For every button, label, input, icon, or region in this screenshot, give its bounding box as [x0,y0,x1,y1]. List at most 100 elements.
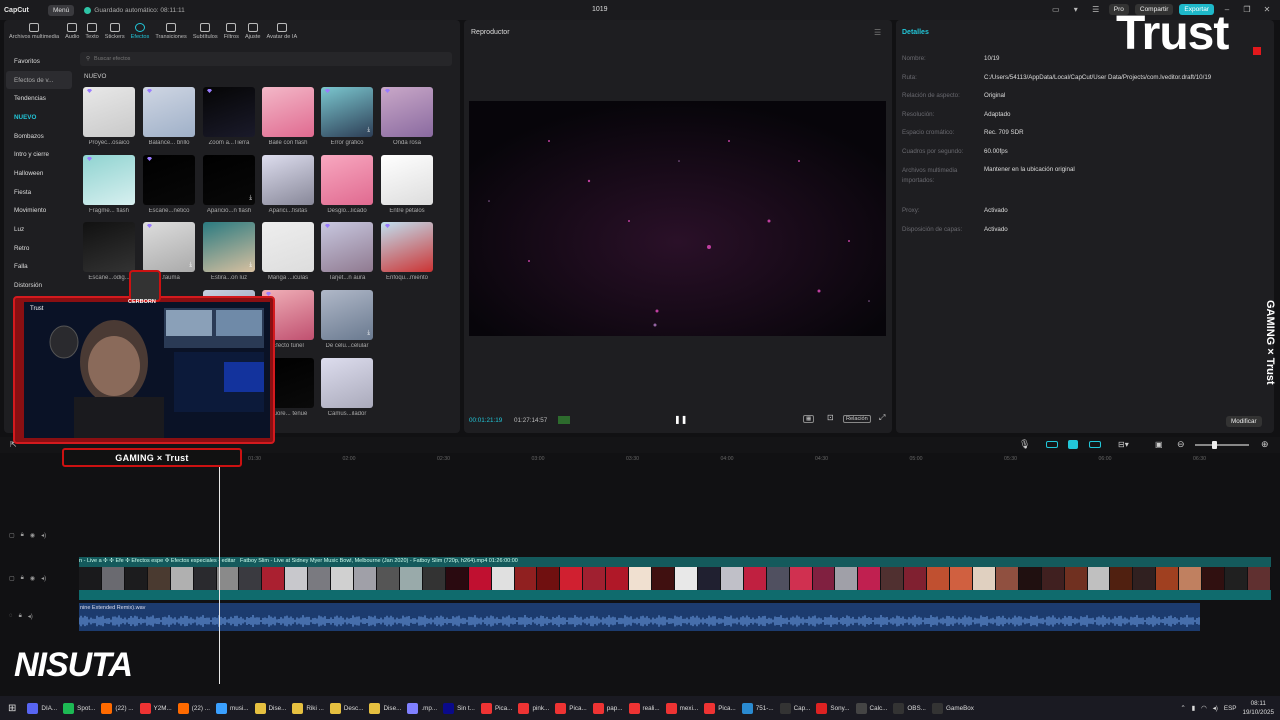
taskbar-app[interactable]: pap... [590,696,626,720]
tool-tab-6[interactable]: Subtítulos [190,23,221,46]
taskbar-app[interactable]: Pica... [701,696,739,720]
tool-tab-5[interactable]: Transiciones [152,23,190,46]
track-box-icon[interactable]: ◌ [9,613,13,620]
effect-tile[interactable]: ⤓ De celu...celular [321,290,373,349]
effect-tile[interactable]: Entre pétalos [381,155,433,214]
search-input[interactable]: ⚲ Buscar efectos [80,52,452,66]
effect-chip[interactable]: Efectos espe [131,558,163,564]
effect-tile[interactable]: Escane...odig... [83,222,135,281]
volume-icon[interactable]: ◂) [1213,705,1218,712]
effect-tile[interactable]: Tarjet...n aura [321,222,373,281]
player-menu-icon[interactable]: ☰ [874,28,881,37]
category-item[interactable]: NUEVO [4,108,74,127]
effect-tile[interactable]: Zoom a...Tierra [203,87,255,146]
taskbar-app[interactable]: Spot... [60,696,98,720]
tool-tab-8[interactable]: Ajuste [242,23,264,46]
zoom-slider[interactable] [1195,444,1249,446]
list-icon[interactable]: ☰ [1089,5,1103,14]
taskbar-app[interactable]: Sony... [813,696,852,720]
tool-tab-7[interactable]: Filtros [221,23,242,46]
maximize-icon[interactable]: ❐ [1240,5,1254,14]
category-item[interactable]: Distorsión [4,276,74,295]
taskbar-app[interactable]: Y2M... [137,696,175,720]
effect-chip[interactable]: Efe [115,558,123,564]
taskbar-app[interactable]: (22) ... [98,696,136,720]
category-item[interactable]: Luz [4,220,74,239]
taskbar-app[interactable]: Pica... [552,696,590,720]
category-item[interactable]: Efectos de v... [6,70,72,90]
effect-tile[interactable]: Balance... brillo [143,87,195,146]
zoom-handle[interactable] [1212,441,1217,449]
caption-icon[interactable]: ▣ [1155,440,1163,449]
taskbar-app[interactable]: mexi... [663,696,702,720]
eye-icon[interactable]: ◉ [30,532,35,539]
effect-tile[interactable]: Enfoqu...miento [381,222,433,281]
tool-tab-1[interactable]: Audio [62,23,82,46]
preview-axis-icon[interactable]: ⊟▾ [1118,440,1129,449]
category-item[interactable]: Intro y cierre [4,145,74,164]
taskbar-app[interactable]: DIA... [24,696,60,720]
effect-tile[interactable]: Camus...ilador [321,358,373,417]
lock-icon[interactable]: 🔒︎ [19,613,22,620]
quality-button[interactable]: ▦ [803,415,815,423]
taskbar-app[interactable]: reali... [626,696,663,720]
effect-tile[interactable]: Escane...nético [143,155,195,214]
tool-tab-2[interactable]: Texto [82,23,101,46]
ratio-button[interactable]: Relación [843,415,871,423]
download-icon[interactable]: ⤓ [367,127,370,134]
download-icon[interactable]: ⤓ [189,262,192,269]
effect-tile[interactable]: Manga ...iculas [262,222,314,281]
tray-chevron-icon[interactable]: ⌃ [1180,705,1185,712]
taskbar-app[interactable]: pink... [515,696,552,720]
lock-icon[interactable]: 🔒︎ [21,575,24,582]
close-icon[interactable]: ✕ [1260,5,1274,14]
track-box-icon[interactable]: ▢ [9,575,15,582]
effect-tile[interactable]: Proyec...osaico [83,87,135,146]
effect-chip[interactable]: Efectos especiales - editar [171,558,236,564]
clock[interactable]: 08:11 19/10/2025 [1242,699,1274,717]
lock-icon[interactable]: 🔒︎ [21,532,24,539]
menu-button[interactable]: Menú [48,4,75,16]
wifi-icon[interactable]: ◠ [1201,705,1207,712]
taskbar-app[interactable]: Cap... [777,696,814,720]
tool-tab-3[interactable]: Stickers [102,23,128,46]
category-item[interactable]: Bombazos [4,127,74,146]
effect-tile[interactable]: ⤓ Estira...on luz [203,222,255,281]
category-item[interactable]: Halloween [4,164,74,183]
pause-button[interactable]: ❚❚ [674,415,687,424]
link-icon[interactable] [1046,441,1058,448]
microphone-icon[interactable]: 🎙 [1019,439,1030,450]
eye-icon[interactable]: ◉ [30,575,35,582]
tool-tab-0[interactable]: Archivos multimedia [6,23,62,46]
tool-tab-9[interactable]: Avatar de IA [264,23,301,46]
battery-icon[interactable]: ▮ [1192,705,1195,712]
download-icon[interactable]: ⤓ [367,330,370,337]
crop-icon[interactable]: ⊡ [825,413,836,422]
category-item[interactable]: Movimiento [4,202,74,221]
taskbar-app[interactable]: OBS... [890,696,929,720]
download-icon[interactable]: ⤓ [249,262,252,269]
playhead[interactable] [219,466,220,684]
category-item[interactable]: Falla [4,258,74,277]
taskbar-app[interactable]: Riki ... [289,696,327,720]
download-icon[interactable]: ⤓ [249,195,252,202]
start-icon[interactable]: ⊞ [0,696,24,720]
taskbar-app[interactable]: Pica... [478,696,516,720]
taskbar-app[interactable]: Desc... [327,696,367,720]
zoom-out-icon[interactable]: ⊖ [1177,439,1185,450]
taskbar-app[interactable]: .mp... [404,696,440,720]
effect-tile[interactable]: Onda rosa [381,87,433,146]
effect-tile[interactable]: Fragme... flash [83,155,135,214]
taskbar-app[interactable]: GameBox [929,696,977,720]
mute-icon[interactable]: ◂) [41,575,46,582]
effect-tile[interactable]: Baile con flash [262,87,314,146]
fullscreen-icon[interactable]: ⤢ [877,413,887,423]
effect-tile[interactable]: Desglo...licado [321,155,373,214]
taskbar-app[interactable]: Sin t... [440,696,478,720]
taskbar-app[interactable]: musi... [213,696,252,720]
track-box-icon[interactable]: ▢ [9,532,15,539]
video-clip[interactable] [79,567,1271,590]
effect-chip[interactable]: n - Live a [79,558,102,564]
category-item[interactable]: Retro [4,239,74,258]
category-item[interactable]: Tendencias [4,89,74,108]
